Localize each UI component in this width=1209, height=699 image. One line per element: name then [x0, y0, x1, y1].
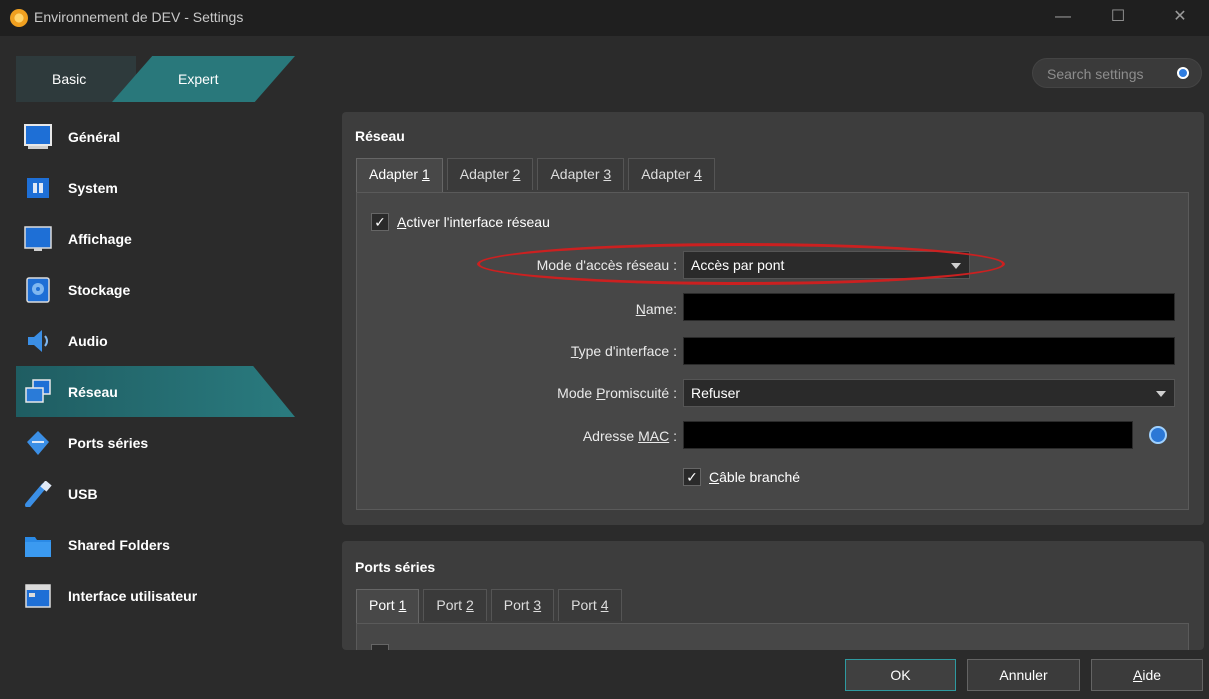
window-title: Environnement de DEV - Settings: [34, 9, 244, 25]
usb-icon: [24, 479, 52, 508]
expert-mode-button[interactable]: Expert: [112, 56, 295, 102]
cable-connected-label: Câble branché: [709, 469, 801, 485]
minimize-button[interactable]: —: [1040, 0, 1086, 36]
sidebar-item-general[interactable]: Général: [16, 111, 295, 162]
sidebar-item-label: Shared Folders: [68, 536, 170, 553]
tab-port-4[interactable]: Port 4: [558, 589, 622, 621]
tab-adapter-3[interactable]: Adapter 3: [537, 158, 625, 190]
port-tab-content: [356, 623, 1189, 651]
maximize-button[interactable]: ☐: [1095, 0, 1141, 36]
sidebar-item-storage[interactable]: Stockage: [16, 264, 295, 315]
search-placeholder: Search settings: [1047, 66, 1144, 82]
sidebar-item-label: Réseau: [68, 383, 118, 400]
search-icon: [1177, 67, 1189, 79]
serial-section-title: Ports séries: [355, 559, 436, 575]
title-bar: Environnement de DEV - Settings — ☐ ✕: [0, 0, 1209, 36]
sidebar-item-network[interactable]: Réseau: [16, 366, 295, 417]
tab-adapter-1[interactable]: Adapter 1: [356, 158, 443, 192]
ok-button[interactable]: OK: [845, 659, 956, 691]
mac-address-field-redacted[interactable]: [683, 421, 1133, 449]
tab-port-2[interactable]: Port 2: [423, 589, 487, 621]
close-button[interactable]: ✕: [1157, 0, 1203, 36]
cancel-button[interactable]: Annuler: [967, 659, 1080, 691]
window-icon: [24, 583, 52, 609]
sidebar-item-label: Stockage: [68, 281, 131, 298]
adapter-tabs: Adapter 1 Adapter 2 Adapter 3 Adapter 4: [356, 158, 719, 192]
sidebar-item-system[interactable]: System: [16, 162, 295, 213]
virtualbox-icon: [10, 9, 28, 27]
search-input[interactable]: Search settings: [1032, 58, 1202, 88]
name-select-redacted[interactable]: [683, 293, 1175, 321]
folder-icon: [24, 532, 52, 558]
interface-type-select-redacted[interactable]: [683, 337, 1175, 365]
sidebar-item-display[interactable]: Affichage: [16, 213, 295, 264]
speaker-icon: [24, 328, 52, 354]
refresh-icon[interactable]: [1149, 426, 1167, 444]
sidebar-item-user-interface[interactable]: Interface utilisateur: [16, 570, 295, 621]
adapter-tab-content: ✓ Activer l'interface réseau Mode d'accè…: [356, 192, 1189, 510]
serial-port-icon: [24, 430, 52, 456]
cable-connected-checkbox[interactable]: ✓: [683, 468, 701, 486]
sidebar-item-shared-folders[interactable]: Shared Folders: [16, 519, 295, 570]
sidebar-item-label: Affichage: [68, 230, 132, 247]
sidebar-item-serial-ports[interactable]: Ports séries: [16, 417, 295, 468]
highlight-ellipse: [477, 243, 1005, 285]
enable-interface-checkbox[interactable]: ✓: [371, 213, 389, 231]
tab-adapter-4[interactable]: Adapter 4: [628, 158, 715, 190]
name-label: Name:: [635, 301, 677, 317]
tab-adapter-2[interactable]: Adapter 2: [446, 158, 534, 190]
sidebar-item-audio[interactable]: Audio: [16, 315, 295, 366]
sidebar-item-usb[interactable]: USB: [16, 468, 295, 519]
enable-interface-label: Activer l'interface réseau: [397, 214, 550, 230]
serial-ports-panel: Ports séries Port 1 Port 2 Port 3 Port 4: [342, 541, 1204, 651]
help-button[interactable]: Aide: [1091, 659, 1203, 691]
sidebar-item-label: Ports séries: [68, 434, 149, 451]
mode-switch: Basic Expert: [16, 56, 295, 102]
tab-port-1[interactable]: Port 1: [356, 589, 420, 623]
mac-address-label: Adresse MAC :: [582, 428, 677, 444]
promiscuous-mode-select[interactable]: Refuser: [683, 379, 1175, 407]
sidebar-item-label: Général: [68, 128, 121, 145]
chevron-down-icon: [1156, 391, 1166, 397]
settings-nav: Général System Affichage Stockage Audio: [16, 111, 295, 621]
interface-type-label: Type d'interface :: [570, 343, 677, 359]
disk-icon: [24, 276, 52, 303]
promiscuous-mode-label: Mode Promiscuité :: [557, 385, 677, 401]
sidebar-item-label: USB: [68, 485, 98, 502]
network-panel: Réseau Adapter 1 Adapter 2 Adapter 3 Ada…: [342, 112, 1204, 525]
display-icon: [24, 225, 52, 252]
network-section-title: Réseau: [355, 128, 405, 144]
basic-mode-button[interactable]: Basic: [16, 56, 136, 102]
sidebar-item-label: System: [68, 179, 118, 196]
left-panel: Basic Expert Général System Affichage St…: [0, 36, 330, 699]
network-icon: [24, 378, 52, 405]
tab-port-3[interactable]: Port 3: [490, 589, 555, 621]
port-tabs: Port 1 Port 2 Port 3 Port 4: [356, 589, 626, 623]
chip-icon: [24, 175, 52, 201]
dialog-button-bar: OK Annuler Aide: [0, 650, 1209, 699]
sidebar-item-label: Interface utilisateur: [68, 587, 198, 604]
sidebar-item-label: Audio: [68, 332, 108, 349]
monitor-icon: [24, 123, 52, 150]
